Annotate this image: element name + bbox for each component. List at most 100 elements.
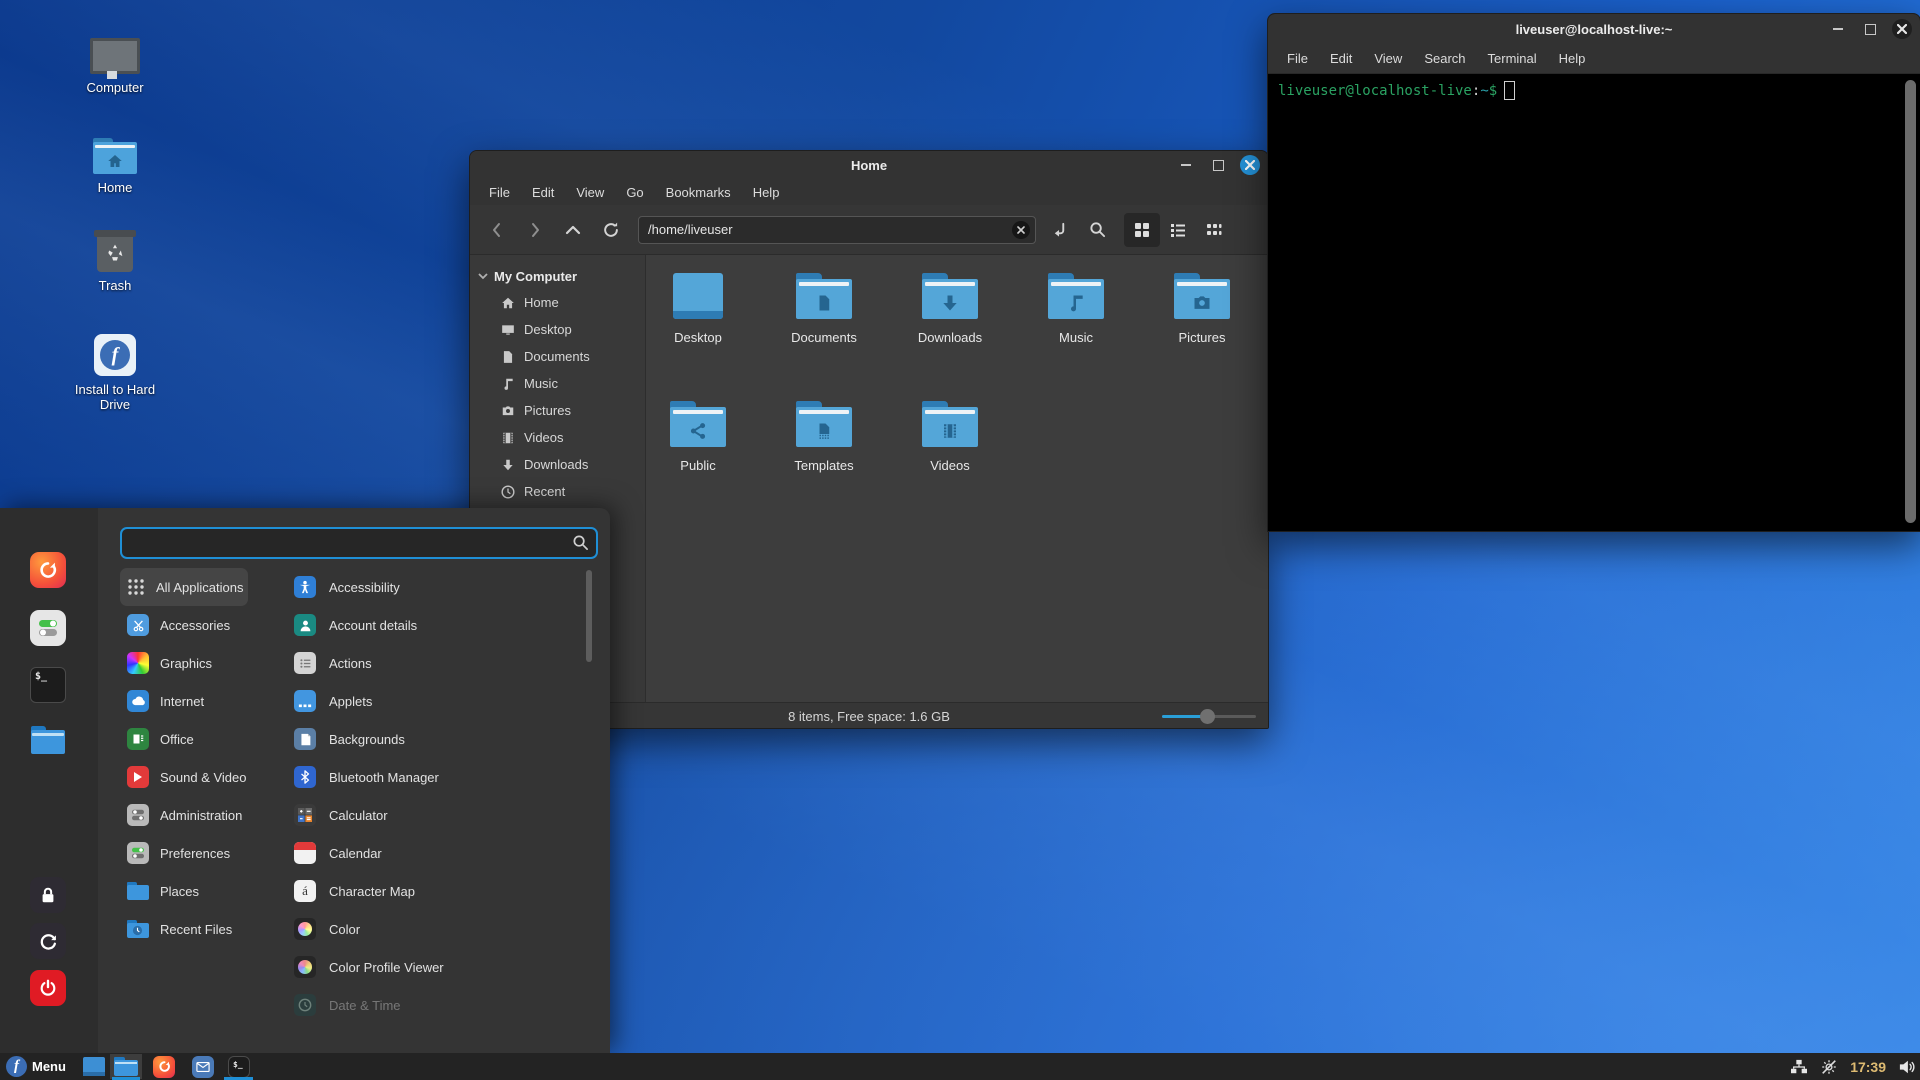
close-icon[interactable] [1240,155,1260,175]
sidebar-item-pictures[interactable]: Pictures [470,397,645,424]
minimize-icon[interactable] [1176,155,1196,175]
category-preferences[interactable]: Preferences [120,834,270,872]
zoom-slider[interactable] [1162,715,1256,718]
app-actions[interactable]: Actions [294,644,574,682]
app-calculator[interactable]: Calculator [294,796,574,834]
app-character-map[interactable]: á Character Map [294,872,574,910]
clear-icon[interactable] [1012,221,1030,239]
up-icon[interactable] [558,215,588,245]
terminal-scrollbar[interactable] [1905,80,1916,523]
sidebar-item-home[interactable]: Home [470,289,645,316]
category-places[interactable]: Places [120,872,270,910]
menu-file[interactable]: File [480,181,519,204]
category-office[interactable]: Office [120,720,270,758]
network-icon[interactable] [1790,1059,1808,1075]
file-item-documents[interactable]: Documents [772,273,876,345]
shutdown-icon[interactable] [30,970,66,1006]
app-calendar[interactable]: Calendar [294,834,574,872]
terminal-titlebar[interactable]: liveuser@localhost-live:~ [1268,14,1920,44]
color-profile-viewer-icon [294,956,316,978]
sidebar-item-desktop[interactable]: Desktop [470,316,645,343]
minimize-icon[interactable] [1828,19,1848,39]
file-item-downloads[interactable]: Downloads [898,273,1002,345]
notifications-off-icon[interactable] [1820,1058,1838,1076]
close-icon[interactable] [1892,19,1912,39]
maximize-icon[interactable] [1208,155,1228,175]
jump-to-icon[interactable] [1044,215,1074,245]
zoom-slider-handle[interactable] [1200,709,1215,724]
menu-help[interactable]: Help [744,181,789,204]
search-icon[interactable] [1082,215,1112,245]
app-bluetooth-manager[interactable]: Bluetooth Manager [294,758,574,796]
clock[interactable]: 17:39 [1850,1059,1886,1075]
forward-icon[interactable] [520,215,550,245]
maximize-icon[interactable] [1860,19,1880,39]
sidebar-item-downloads[interactable]: Downloads [470,451,645,478]
terminal-output[interactable]: liveuser@localhost-live:~$ [1268,74,1920,107]
desktop-icon-install[interactable]: f Install to Hard Drive [60,330,170,412]
app-color-profile-viewer[interactable]: Color Profile Viewer [294,948,574,986]
back-icon[interactable] [482,215,512,245]
category-graphics[interactable]: Graphics [120,644,270,682]
desktop-icon-trash[interactable]: Trash [60,226,170,293]
menu-file[interactable]: File [1278,47,1317,70]
menu-view[interactable]: View [1365,47,1411,70]
volume-icon[interactable] [1898,1059,1916,1075]
list-view-icon[interactable] [1160,213,1196,247]
file-manager-file-area[interactable]: Desktop Documents Downloads Music [646,255,1268,702]
app-color[interactable]: Color [294,910,574,948]
menu-button[interactable]: f Menu [0,1053,74,1080]
firefox-icon[interactable] [150,1054,178,1079]
app-accessibility[interactable]: Accessibility [294,568,574,606]
file-item-videos[interactable]: Videos [898,401,1002,473]
desktop-icon-home[interactable]: Home [60,128,170,195]
menu-search[interactable]: Search [1415,47,1474,70]
settings-icon[interactable] [30,610,66,646]
app-applets[interactable]: Applets [294,682,574,720]
menu-edit[interactable]: Edit [1321,47,1361,70]
refresh-icon[interactable] [596,215,626,245]
menu-go[interactable]: Go [617,181,652,204]
sidebar-item-documents[interactable]: Documents [470,343,645,370]
menu-help[interactable]: Help [1550,47,1595,70]
compact-view-icon[interactable] [1196,213,1232,247]
sidebar-item-recent[interactable]: Recent [470,478,645,505]
category-administration[interactable]: Administration [120,796,270,834]
file-item-music[interactable]: Music [1024,273,1128,345]
lock-icon[interactable] [30,877,66,913]
file-item-pictures[interactable]: Pictures [1150,273,1254,345]
show-desktop-icon[interactable] [80,1054,108,1079]
category-accessories[interactable]: Accessories [120,606,270,644]
category-internet[interactable]: Internet [120,682,270,720]
terminal-taskbar-icon[interactable]: $_ [225,1054,253,1079]
icon-view-icon[interactable] [1124,213,1160,247]
firefox-icon[interactable] [30,552,66,588]
app-backgrounds[interactable]: Backgrounds [294,720,574,758]
menu-edit[interactable]: Edit [523,181,563,204]
file-item-templates[interactable]: Templates [772,401,876,473]
sidebar-root-my-computer[interactable]: My Computer [470,263,645,289]
desktop-icon-computer[interactable]: Computer [60,28,170,95]
logout-icon[interactable] [30,923,66,959]
app-date-time[interactable]: Date & Time [294,986,574,1024]
file-manager-titlebar[interactable]: Home [470,151,1268,179]
menu-terminal[interactable]: Terminal [1479,47,1546,70]
file-manager-taskbar-icon[interactable] [110,1054,142,1079]
category-recent-files[interactable]: Recent Files [120,910,270,948]
app-list-scrollbar[interactable] [586,570,592,662]
sidebar-item-music[interactable]: Music [470,370,645,397]
desktop-icon-label: Home [60,180,170,195]
menu-view[interactable]: View [567,181,613,204]
menu-bookmarks[interactable]: Bookmarks [657,181,740,204]
sidebar-item-videos[interactable]: Videos [470,424,645,451]
file-item-desktop[interactable]: Desktop [646,273,750,345]
search-input[interactable] [120,527,598,559]
file-manager-icon[interactable] [30,722,66,758]
file-item-public[interactable]: Public [646,401,750,473]
path-input[interactable] [638,216,1036,244]
category-all-applications[interactable]: All Applications [120,568,248,606]
category-sound-video[interactable]: Sound & Video [120,758,270,796]
app-account-details[interactable]: Account details [294,606,574,644]
terminal-icon[interactable]: $_ [30,667,66,703]
mail-icon[interactable] [189,1054,217,1079]
